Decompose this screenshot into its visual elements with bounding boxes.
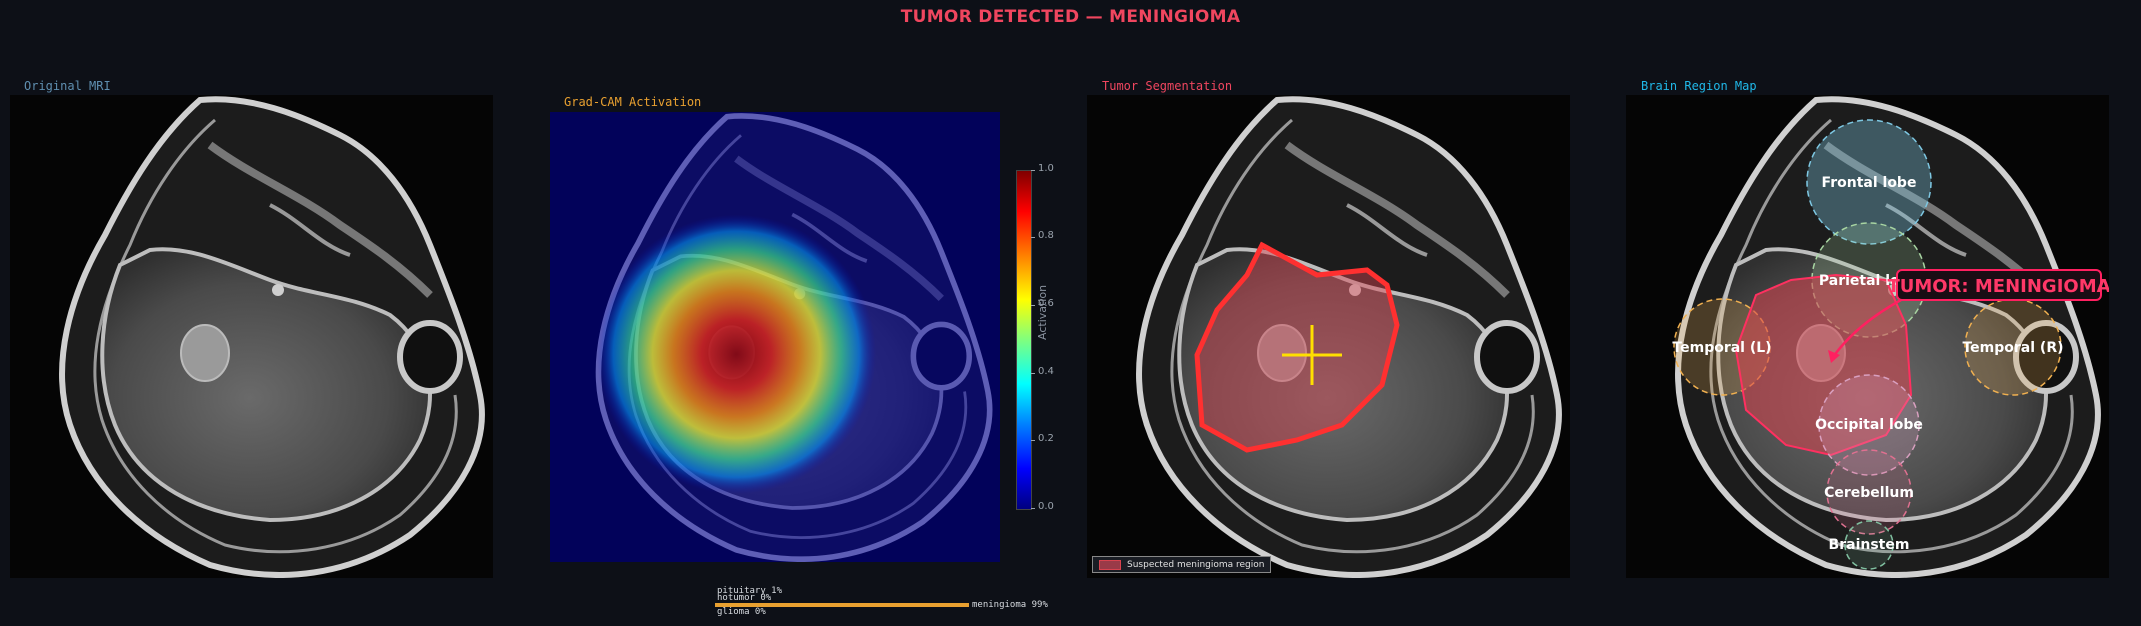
panel-title-original: Original MRI: [24, 79, 111, 93]
brain-region-map-image: Frontal lobe Parietal lobe Temporal (L) …: [1626, 95, 2109, 578]
region-label-brainstem: Brainstem: [1829, 537, 1910, 553]
original-mri-image: [10, 95, 493, 578]
activation-colorbar: [1016, 170, 1032, 510]
gradcam-heatmap-image: [549, 112, 1001, 562]
tumor-callout-label: TUMOR: MENINGIOMA: [1887, 276, 2109, 297]
page-title: TUMOR DETECTED — MENINGIOMA: [900, 7, 1241, 27]
panel-title-regionmap: Brain Region Map: [1641, 79, 1757, 93]
legend-swatch: [1099, 559, 1121, 570]
region-label-cerebellum: Cerebellum: [1824, 485, 1914, 501]
legend-label: Suspected meningioma region: [1127, 559, 1265, 570]
colorbar-tick: 0.8: [1038, 230, 1054, 241]
region-label-temporal-r: Temporal (R): [1962, 340, 2063, 356]
prob-label-glioma: glioma 0%: [717, 607, 766, 617]
segmentation-legend: Suspected meningioma region: [1092, 556, 1272, 573]
region-label-frontal: Frontal lobe: [1822, 175, 1917, 191]
panel-title-segmentation: Tumor Segmentation: [1102, 79, 1233, 93]
colorbar-tick: 0.0: [1038, 501, 1054, 512]
prob-label-meningioma: meningioma 99%: [972, 600, 1048, 610]
region-label-temporal-l: Temporal (L): [1672, 340, 1771, 356]
prob-label-notumor: notumor 0%: [717, 593, 772, 603]
colorbar-tick: 0.4: [1038, 366, 1054, 377]
colorbar-tick: 0.2: [1038, 433, 1054, 444]
colorbar-label: Activation: [1036, 284, 1049, 340]
colorbar-tick: 1.0: [1038, 163, 1054, 174]
segmentation-image: [1087, 95, 1570, 578]
panel-title-gradcam: Grad-CAM Activation: [564, 95, 702, 109]
region-label-occipital: Occipital lobe: [1815, 417, 1923, 433]
